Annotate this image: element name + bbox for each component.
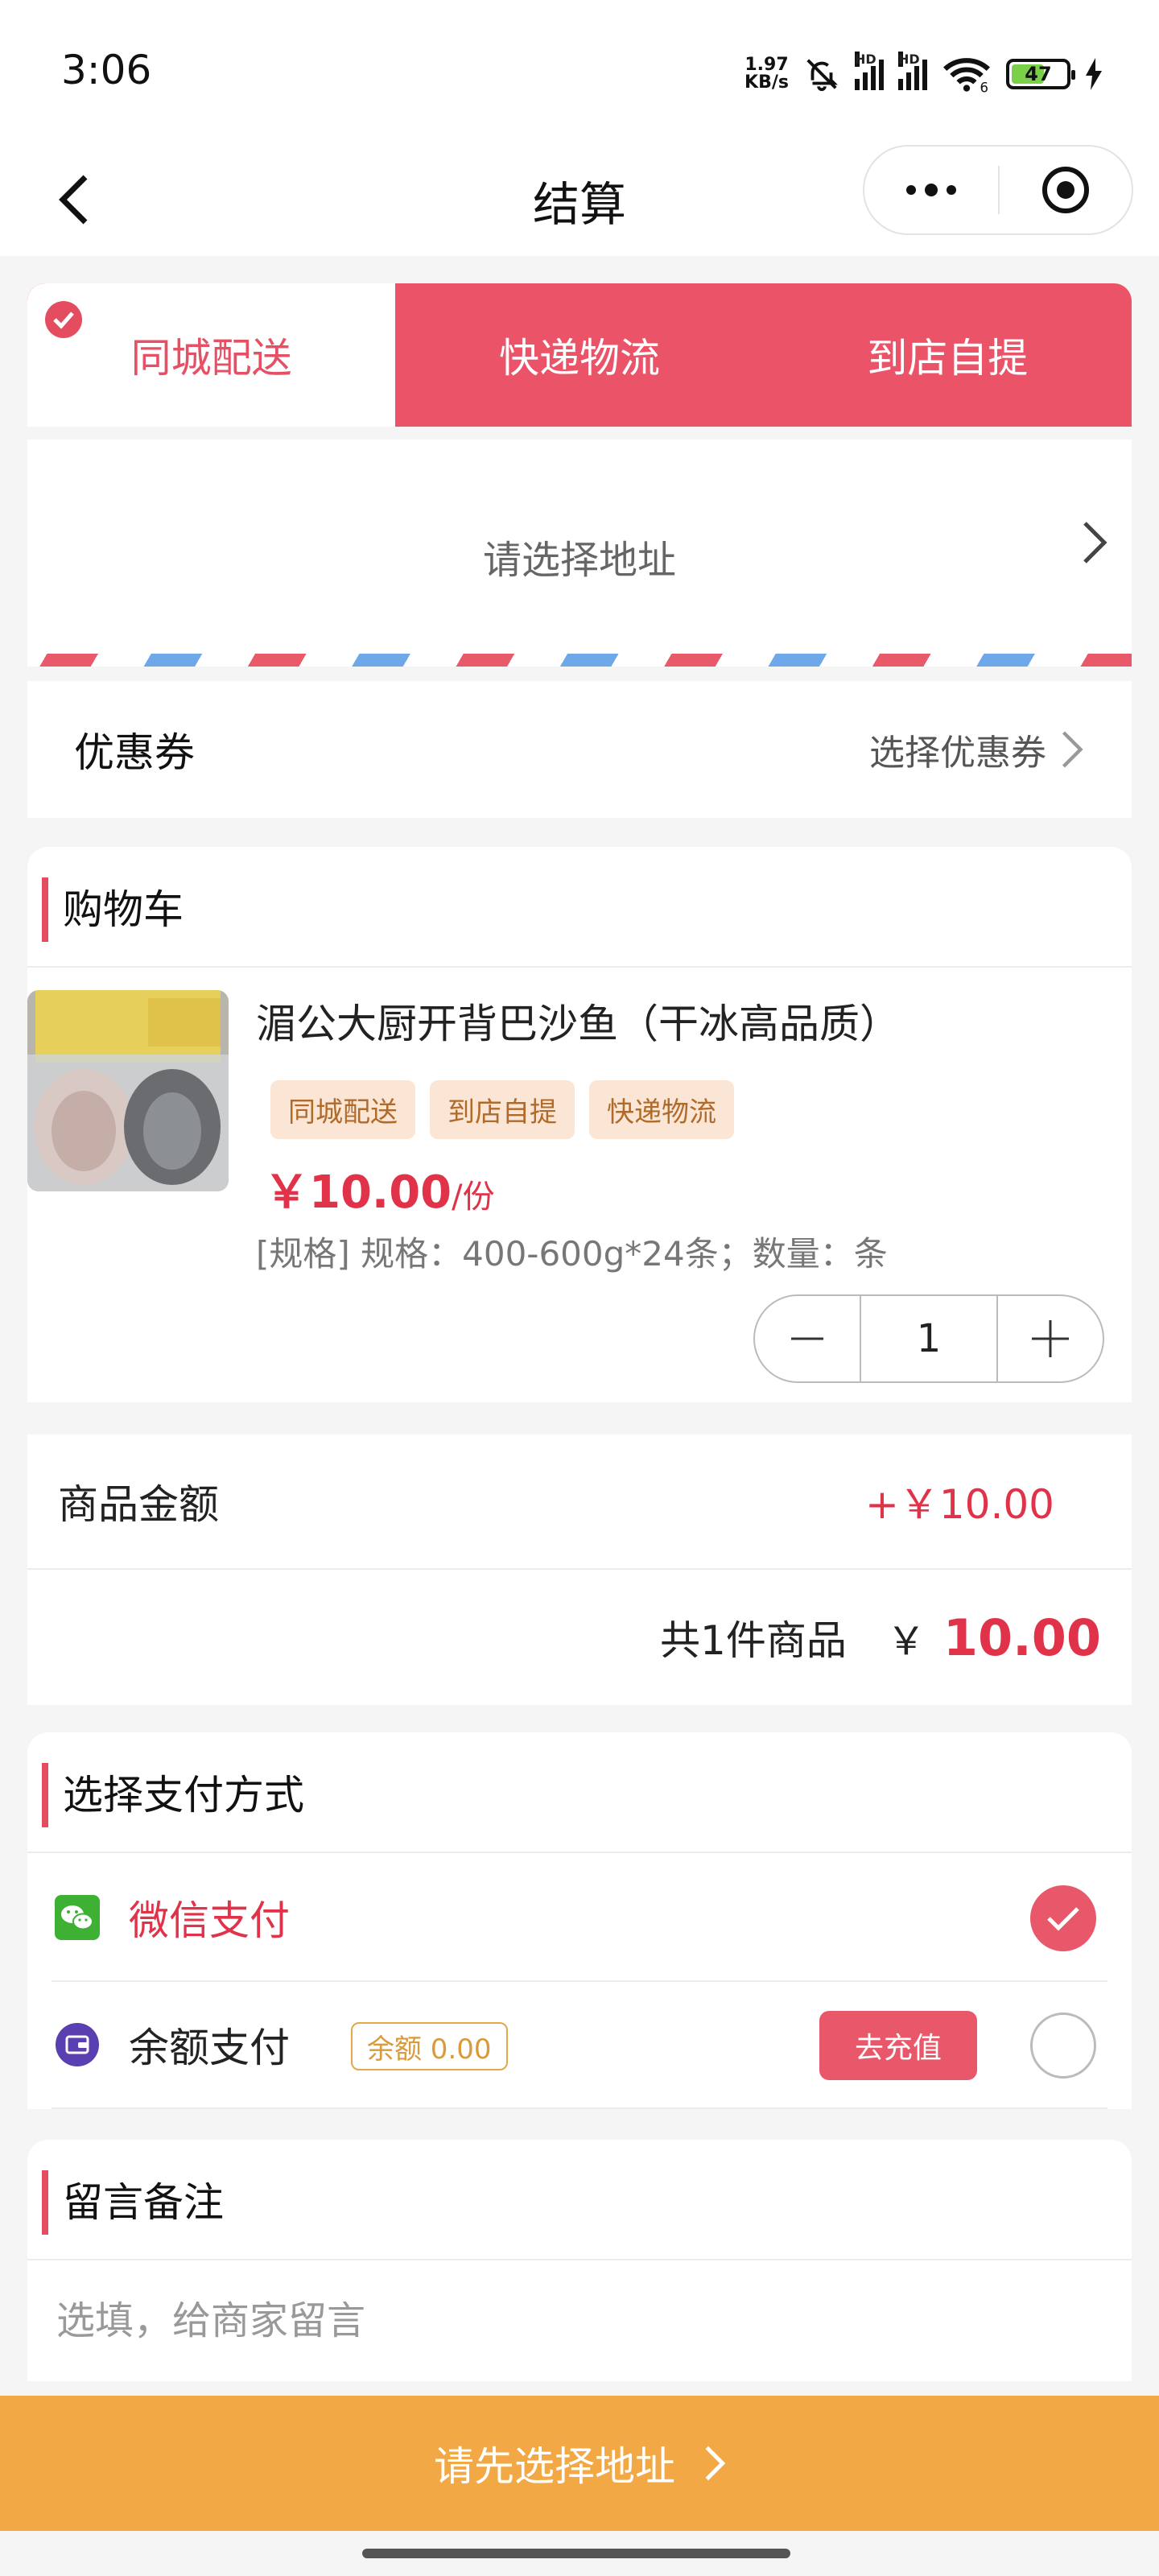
section-accent-bar	[42, 2170, 48, 2235]
close-miniprogram-button[interactable]	[1000, 147, 1132, 233]
checkmark-icon	[1047, 1907, 1079, 1931]
plus-icon	[1032, 1320, 1069, 1357]
tab-label: 到店自提	[867, 335, 1029, 382]
signal-icon: HD	[898, 52, 927, 90]
tab-express[interactable]: 快递物流	[395, 283, 763, 427]
payment-name: 余额支付	[129, 2025, 290, 2071]
coupon-label: 优惠券	[74, 729, 195, 776]
charging-icon	[1086, 58, 1102, 90]
goods-amount-label: 商品金额	[58, 1481, 219, 1528]
more-dots-icon	[906, 184, 956, 196]
remark-header: 留言备注	[27, 2140, 1132, 2260]
balance-badge: 余额 0.00	[351, 2022, 508, 2070]
tab-store-pickup[interactable]: 到店自提	[764, 283, 1132, 427]
payment-option-balance[interactable]: 余额支付 余额 0.00 去充值	[52, 1982, 1107, 2109]
payment-name: 微信支付	[129, 1897, 290, 1944]
status-bar: 3:06 1.97 KB/s HD HD 6 47	[0, 0, 1159, 145]
nav-bar: 结算	[0, 145, 1159, 256]
total-value: 10.00	[942, 1608, 1101, 1667]
total-row: 共1件商品 ￥ 10.00	[660, 1570, 1101, 1705]
remark-input[interactable]	[56, 2260, 1103, 2381]
wallet-icon	[56, 2023, 99, 2066]
wifi-icon: 6	[943, 58, 990, 93]
mute-bell-icon	[806, 59, 838, 92]
product-spec: [规格] 规格：400-600g*24条；数量：条	[256, 1234, 888, 1274]
section-title: 留言备注	[63, 2179, 224, 2226]
coupon-value: 选择优惠券	[869, 681, 1083, 818]
home-indicator[interactable]	[362, 2549, 790, 2558]
chevron-right-icon	[705, 2446, 725, 2481]
remark-card: 留言备注	[27, 2140, 1132, 2381]
product-photo	[27, 990, 229, 1191]
airmail-border	[27, 654, 1132, 667]
quantity-stepper: 1	[753, 1294, 1104, 1383]
payment-card: 选择支付方式 微信支付 余额支付 余额 0.00 去充值	[27, 1732, 1132, 2109]
goods-amount-row: 商品金额 +￥10.00	[27, 1435, 1132, 1570]
payment-option-wechat[interactable]: 微信支付	[52, 1855, 1107, 1982]
address-placeholder: 请选择地址	[482, 538, 676, 583]
tab-label: 同城配送	[130, 335, 292, 382]
tab-label: 快递物流	[498, 335, 660, 382]
product-tags: 同城配送 到店自提 快递物流	[270, 1080, 734, 1139]
miniprogram-capsule	[863, 145, 1133, 235]
section-title: 选择支付方式	[63, 1772, 304, 1818]
submit-label: 请先选择地址	[434, 2443, 675, 2490]
address-selector[interactable]: 请选择地址	[27, 440, 1132, 667]
product-name: 湄公大厨开背巴沙鱼（干冰高品质）	[256, 1001, 900, 1047]
chevron-right-icon	[1083, 522, 1107, 564]
more-button[interactable]	[864, 147, 998, 233]
amount-summary: 商品金额 +￥10.00 共1件商品 ￥ 10.00	[27, 1435, 1132, 1705]
payment-radio-unchecked[interactable]	[1030, 2013, 1096, 2079]
section-accent-bar	[42, 877, 48, 942]
battery-icon: 47	[1006, 59, 1075, 89]
product-image[interactable]	[27, 990, 229, 1191]
check-circle-icon	[45, 301, 82, 338]
svg-text:6: 6	[980, 80, 989, 93]
minus-icon	[791, 1337, 823, 1340]
net-speed: 1.97 KB/s	[744, 55, 789, 93]
signal-icon: HD	[855, 52, 884, 90]
section-accent-bar	[42, 1763, 48, 1827]
quantity-value[interactable]: 1	[860, 1296, 998, 1381]
cart-header: 购物车	[27, 847, 1132, 968]
payment-header: 选择支付方式	[27, 1732, 1132, 1853]
target-close-icon	[1042, 167, 1089, 213]
increase-button[interactable]	[998, 1296, 1103, 1381]
cart-card: 购物车 湄公大厨开背巴沙鱼（干冰高品质） 同城配送 到店自提 快递物流 ￥10.…	[27, 847, 1132, 1402]
delivery-tag: 到店自提	[430, 1080, 575, 1139]
total-count: 共1件商品	[660, 1617, 847, 1664]
product-price: ￥10.00/份	[264, 1166, 495, 1219]
recharge-button[interactable]: 去充值	[819, 2011, 977, 2080]
tab-local-delivery[interactable]: 同城配送	[27, 283, 396, 427]
delivery-tag: 同城配送	[270, 1080, 415, 1139]
section-title: 购物车	[63, 886, 184, 933]
delivery-tag: 快递物流	[589, 1080, 734, 1139]
submit-button[interactable]: 请先选择地址	[0, 2396, 1159, 2531]
total-currency: ￥	[886, 1619, 926, 1664]
goods-amount-value: +￥10.00	[864, 1481, 1054, 1528]
status-time: 3:06	[61, 47, 152, 93]
chevron-right-icon	[1062, 731, 1083, 768]
status-icons: 1.97 KB/s HD HD 6 47	[744, 50, 1103, 98]
wechat-pay-icon	[55, 1895, 100, 1940]
coupon-row[interactable]: 优惠券 选择优惠券	[27, 681, 1132, 818]
payment-radio-checked[interactable]	[1030, 1885, 1096, 1951]
delivery-tabs: 同城配送 快递物流 到店自提	[27, 283, 1132, 427]
decrease-button[interactable]	[755, 1296, 860, 1381]
